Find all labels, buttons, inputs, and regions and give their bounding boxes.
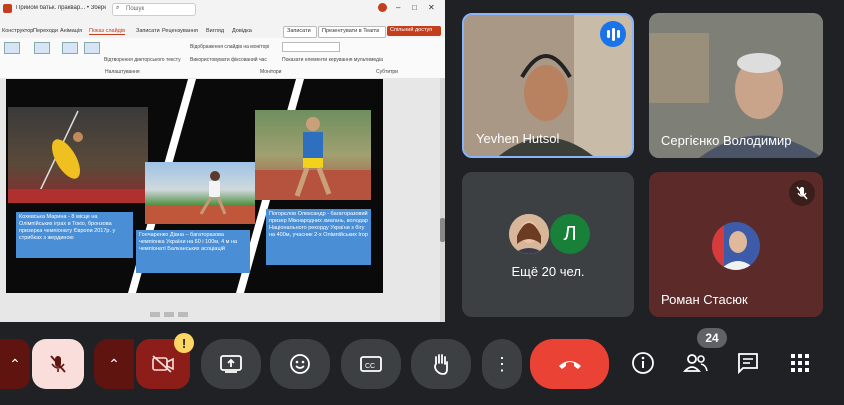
media-controls-option[interactable]: Показати елементи керування мультимедіа (282, 57, 383, 63)
view-normal-icon[interactable] (150, 312, 160, 317)
emoji-icon (290, 354, 310, 374)
info-icon (632, 352, 654, 374)
view-reading-icon[interactable] (178, 312, 188, 317)
captions-button[interactable]: CC (341, 339, 401, 389)
timings-option[interactable]: Використовувати фіксований час (190, 57, 267, 63)
tab-help[interactable]: Довідка (232, 28, 252, 34)
tab-review[interactable]: Рецензування (162, 28, 198, 34)
tab-view[interactable]: Вигляд (206, 28, 224, 34)
more-vert-icon: ⋮ (493, 354, 511, 374)
reactions-button[interactable] (270, 339, 330, 389)
present-now-button[interactable] (201, 339, 261, 389)
tile-roman-stasiuk[interactable]: Роман Стасюк (649, 172, 823, 317)
participant-name: Сергієнко Володимир (661, 133, 792, 148)
closed-captions-icon: CC (360, 356, 382, 372)
group-label-monitors: Монітори (260, 69, 282, 75)
present-screen-icon (220, 355, 242, 373)
chevron-up-icon: ⌃ (9, 355, 21, 372)
others-count-label: Ещё 20 чел. (511, 264, 585, 279)
tile-others[interactable]: Л Ещё 20 чел. (462, 172, 634, 317)
caption-honcharenko: Гончаренко Діана – багаторазова чемпіонк… (136, 230, 250, 273)
svg-text:CC: CC (365, 363, 375, 370)
slide: Кохевська Марина - 8 місце на Олімпійськ… (6, 79, 383, 293)
chevron-up-icon: ⌃ (108, 355, 120, 372)
monitor-select[interactable] (282, 42, 340, 52)
slideshow-from-start-icon[interactable] (4, 42, 20, 54)
participant-avatar (509, 214, 549, 254)
muted-mic-icon (789, 180, 815, 206)
speaking-indicator-icon (600, 21, 626, 47)
avatar-letter: Л (563, 222, 577, 245)
more-options-button[interactable]: ⋮ (482, 339, 522, 389)
apps-grid-icon (791, 354, 809, 372)
participant-name: Роман Стасюк (661, 292, 748, 307)
warning-badge-icon[interactable]: ! (174, 333, 194, 353)
tab-record[interactable]: Записати (136, 28, 160, 34)
sprinter-photo (145, 162, 255, 224)
camera-off-icon (152, 355, 174, 373)
window-title: Прийом батьк. праквар... • Збережено у П… (16, 5, 106, 11)
setup-slideshow-icon[interactable] (84, 42, 100, 54)
tab-animation[interactable]: Анімація (60, 28, 82, 34)
slideshow-current-icon[interactable] (34, 42, 50, 54)
participant-name: Yevhen Hutsol (476, 131, 560, 146)
ribbon-toolbar: Відтворення дикторського тексту Відображ… (0, 38, 445, 79)
chat-icon (738, 353, 758, 375)
participant-avatar-letter: Л (550, 214, 590, 254)
group-label-captions: Субтитри (376, 69, 398, 75)
runner-photo (255, 110, 371, 200)
participant-count-badge: 24 (697, 328, 727, 348)
tab-konstruktor[interactable]: Конструктор (2, 28, 33, 34)
caption-pohorelov: Погорєлов Олександр - багаторазовий приз… (266, 209, 371, 265)
shared-screen: Прийом батьк. праквар... • Збережено у П… (0, 0, 445, 322)
search-placeholder: Пошук (126, 6, 145, 12)
view-sorter-icon[interactable] (164, 312, 174, 317)
microphone-toggle-button[interactable] (32, 339, 84, 389)
participant-avatar (712, 222, 760, 270)
close-icon[interactable]: ✕ (428, 3, 435, 12)
raise-hand-button[interactable] (411, 339, 471, 389)
narration-checkbox[interactable]: Відтворення дикторського тексту (104, 57, 181, 63)
search-icon: ⌕ (116, 5, 120, 11)
caption-kohevska: Кохевська Марина - 8 місце на Олімпійськ… (16, 212, 133, 258)
search-input[interactable]: ⌕ Пошук (112, 3, 196, 16)
powerpoint-logo-icon (3, 4, 12, 13)
people-button[interactable] (679, 345, 713, 381)
tab-transitions[interactable]: Переходи (33, 28, 58, 34)
meeting-details-button[interactable] (628, 345, 658, 381)
audio-options-button[interactable]: ⌃ (0, 339, 30, 389)
minimize-icon[interactable]: – (396, 3, 400, 12)
end-call-button[interactable] (530, 339, 609, 389)
tile-serhiienko[interactable]: Сергієнко Володимир (649, 13, 823, 158)
video-options-button[interactable]: ⌃ (94, 339, 134, 389)
share-button[interactable]: Спільний доступ (387, 26, 441, 36)
group-label-setup: Налаштування (105, 69, 140, 75)
people-icon (683, 354, 708, 372)
vertical-scrollbar[interactable] (440, 78, 445, 322)
status-bar (150, 312, 310, 318)
ribbon-tabs: Конструктор Переходи Анімація Показ слай… (0, 26, 445, 38)
maximize-icon[interactable]: □ (412, 3, 417, 12)
monitor-option[interactable]: Відображення слайдів на моніторі (190, 44, 269, 50)
tile-yevhen-hutsol[interactable]: Yevhen Hutsol (462, 13, 634, 158)
powerpoint-titlebar: Прийом батьк. праквар... • Збережено у П… (0, 0, 445, 26)
pole-vault-photo (8, 107, 148, 203)
chat-button[interactable] (733, 345, 763, 381)
tab-slideshow[interactable]: Показ слайдів (89, 28, 126, 35)
present-in-teams-button[interactable]: Презентувати в Teams (318, 26, 386, 38)
scrollbar-thumb[interactable] (440, 218, 445, 242)
record-button[interactable]: Записати (283, 26, 317, 38)
activities-button[interactable] (785, 345, 815, 381)
hang-up-icon (558, 361, 581, 369)
rehearse-icon[interactable] (62, 42, 78, 54)
notification-icon[interactable] (378, 3, 387, 12)
mic-off-icon (50, 355, 66, 373)
hand-icon (434, 354, 448, 375)
